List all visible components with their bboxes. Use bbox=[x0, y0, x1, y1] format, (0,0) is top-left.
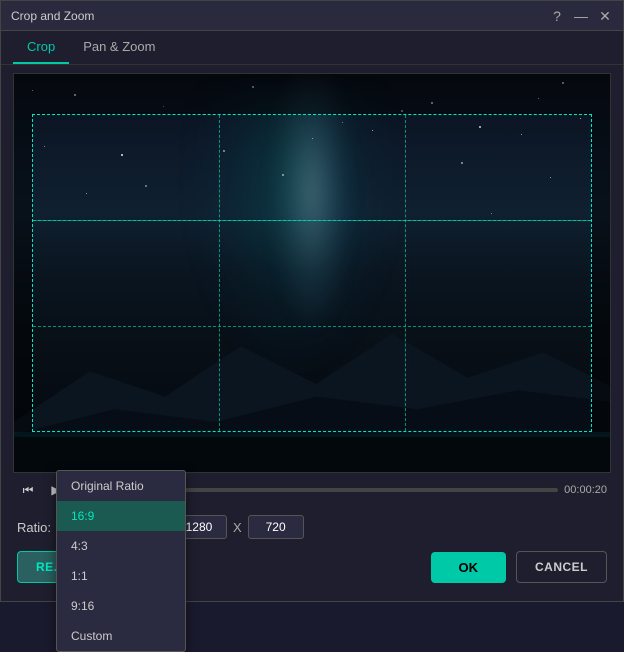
dropdown-item-16-9[interactable]: 16:9 bbox=[57, 501, 185, 531]
cancel-button[interactable]: CANCEL bbox=[516, 551, 607, 583]
crop-dim-left bbox=[14, 114, 32, 432]
progress-bar[interactable] bbox=[178, 488, 558, 492]
title-bar: Crop and Zoom ? — ✕ bbox=[1, 1, 623, 31]
help-button[interactable]: ? bbox=[549, 8, 565, 24]
tab-crop[interactable]: Crop bbox=[13, 31, 69, 64]
dropdown-item-original[interactable]: Original Ratio bbox=[57, 471, 185, 501]
crop-grid-h1 bbox=[33, 220, 591, 221]
dropdown-item-4-3[interactable]: 4:3 bbox=[57, 531, 185, 561]
minimize-icon: — bbox=[574, 9, 588, 23]
total-time: 00:00:20 bbox=[564, 484, 607, 496]
content-area: ⏮ ▶ ▶ ■ 00:00:00 00:00:20 Ratio: 16 bbox=[1, 65, 623, 601]
crop-dim-top bbox=[14, 74, 610, 114]
dimension-inputs: X bbox=[171, 515, 304, 539]
crop-dim-right bbox=[592, 114, 610, 432]
crop-overlay[interactable] bbox=[32, 114, 592, 432]
crop-grid-h2 bbox=[33, 326, 591, 327]
dimension-separator: X bbox=[233, 520, 242, 535]
tab-pan-zoom[interactable]: Pan & Zoom bbox=[69, 31, 169, 64]
dropdown-item-9-16[interactable]: 9:16 bbox=[57, 591, 185, 601]
video-background bbox=[14, 74, 610, 472]
window-title: Crop and Zoom bbox=[11, 9, 549, 23]
crop-grid-v1 bbox=[219, 115, 220, 431]
height-input[interactable] bbox=[248, 515, 304, 539]
close-button[interactable]: ✕ bbox=[597, 8, 613, 24]
help-icon: ? bbox=[553, 9, 561, 23]
skip-back-button[interactable]: ⏮ bbox=[17, 479, 39, 501]
tab-bar: Crop Pan & Zoom bbox=[1, 31, 623, 65]
dropdown-item-1-1[interactable]: 1:1 bbox=[57, 561, 185, 591]
crop-dim-bottom bbox=[14, 432, 610, 472]
ratio-label: Ratio: bbox=[17, 520, 51, 535]
video-preview bbox=[13, 73, 611, 473]
minimize-button[interactable]: — bbox=[573, 8, 589, 24]
close-icon: ✕ bbox=[599, 9, 611, 23]
title-bar-controls: ? — ✕ bbox=[549, 8, 613, 24]
ok-button[interactable]: OK bbox=[431, 552, 507, 583]
skip-back-icon: ⏮ bbox=[23, 483, 34, 498]
ratio-dropdown-menu: Original Ratio 16:9 4:3 1:1 9:16 Custom bbox=[56, 470, 186, 601]
crop-and-zoom-window: Crop and Zoom ? — ✕ Crop Pan & Zoom bbox=[0, 0, 624, 602]
crop-grid-v2 bbox=[405, 115, 406, 431]
